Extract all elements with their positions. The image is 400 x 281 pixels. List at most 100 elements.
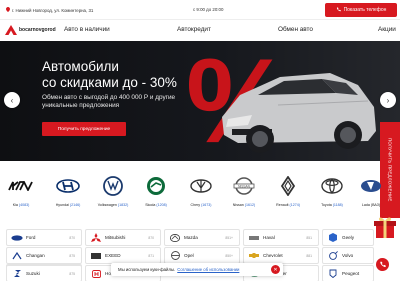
brand-kia[interactable]: Kia (4083) <box>4 170 38 210</box>
brand-card-name: Geely <box>342 235 355 240</box>
brand-card-peugeot[interactable]: Peugeot <box>322 265 374 281</box>
brand-name: Chery <box>190 203 201 207</box>
brand-nissan[interactable]: NISSAN Nissan (1612) <box>227 170 261 210</box>
brand-card-changan[interactable]: Changan 875 <box>6 247 82 264</box>
address-text: г. Нижний Новгород, ул. Коминтерна, 31 <box>12 7 94 13</box>
volkswagen-logo-icon <box>96 174 130 198</box>
changan-logo-icon <box>11 251 23 261</box>
brand-card-count: 850+ <box>225 253 233 258</box>
brand-name: Toyota <box>321 203 332 207</box>
nav-item-promo[interactable]: Акции <box>378 26 396 33</box>
cookie-text: Мы используем куки-файлы. <box>118 267 176 272</box>
brand-count: (1274) <box>289 203 300 207</box>
slider-prev-button[interactable]: ‹ <box>4 92 20 108</box>
get-offer-button[interactable]: Получить предложение <box>42 122 126 136</box>
brand-card-name: Haval <box>263 235 275 240</box>
brand-skoda[interactable]: Skoda (1208) <box>139 170 173 210</box>
brand-volkswagen[interactable]: Volkswagen (1832) <box>96 170 130 210</box>
brand-chery[interactable]: Chery (1673) <box>184 170 218 210</box>
brand-card-count: 851 <box>306 235 312 240</box>
work-hours: с 9:00 до 20:00 <box>193 7 224 12</box>
brand-card-name: Ford <box>26 235 36 240</box>
brand-card-name: Mitsubishi <box>105 235 126 240</box>
brand-card-opel[interactable]: Opel 850+ <box>164 247 240 264</box>
geely-logo-icon <box>327 233 339 243</box>
brand-card-suzuki[interactable]: Suzuki 875 <box>6 265 82 281</box>
close-icon: ✕ <box>273 266 278 273</box>
opel-logo-icon <box>169 251 181 261</box>
peugeot-logo-icon <box>327 269 339 279</box>
call-button[interactable] <box>376 258 389 271</box>
mazda-logo-icon <box>169 233 181 243</box>
logo[interactable]: bocarnovgorod <box>5 25 56 35</box>
brand-card-mazda[interactable]: Mazda 851+ <box>164 229 240 246</box>
brand-count: (4083) <box>18 203 30 207</box>
nav-item-credit[interactable]: Автокредит <box>177 26 211 33</box>
brand-count: (1673) <box>201 203 212 207</box>
brand-lada[interactable]: Lada (ВАЗ) <box>354 170 388 210</box>
cookie-policy-link[interactable]: Соглашение об использовании <box>177 267 239 272</box>
location-pin-icon <box>6 7 10 13</box>
suzuki-logo-icon <box>11 269 23 279</box>
brand-card-haval[interactable]: Haval 851 <box>243 229 319 246</box>
brand-card-exeed[interactable]: EXEED 871 <box>85 247 161 264</box>
ford-logo-icon <box>11 233 23 243</box>
address: г. Нижний Новгород, ул. Коминтерна, 31 <box>6 7 93 13</box>
nissan-logo-icon: NISSAN <box>227 174 261 198</box>
honda-logo-icon <box>90 269 102 279</box>
brand-card-name: Opel <box>184 253 194 258</box>
brand-count: (1188) <box>332 203 343 207</box>
top-bar: г. Нижний Новгород, ул. Коминтерна, 31 с… <box>0 0 400 18</box>
brand-card-name: EXEED <box>105 253 121 258</box>
hero-subtitle: Обмен авто с выгодой до 400 000 Р и друг… <box>42 94 176 109</box>
brand-card-chevrolet[interactable]: Chevrolet 881 <box>243 247 319 264</box>
nav-item-trade-in[interactable]: Обмен авто <box>278 26 313 33</box>
chevron-right-icon: › <box>386 95 390 105</box>
nav-item-stock[interactable]: Авто в наличии <box>64 26 110 33</box>
brand-strip: Kia (4083) Hyundai (2146) Volkswagen (18… <box>0 170 381 210</box>
brand-card-name: Mazda <box>184 235 198 240</box>
chery-logo-icon <box>184 174 218 198</box>
brand-card-count: 875 <box>69 271 75 276</box>
brand-card-name: Changan <box>26 253 45 258</box>
logo-text: bocarnovgorod <box>19 27 56 33</box>
brand-name: Volkswagen <box>97 203 117 207</box>
brand-card-volvo[interactable]: Volvo <box>322 247 374 264</box>
hyundai-logo-icon <box>51 174 85 198</box>
haval-logo-icon <box>248 233 260 243</box>
renault-logo-icon <box>271 174 305 198</box>
logo-icon <box>5 25 17 35</box>
brand-count: (1832) <box>117 203 129 207</box>
kia-logo-icon <box>4 174 38 198</box>
brand-card-name: Suzuki <box>26 271 40 276</box>
brand-card-ford[interactable]: Ford 870 <box>6 229 82 246</box>
gift-icon <box>374 217 396 238</box>
brand-name: Renault <box>276 203 289 207</box>
brand-card-mitsubishi[interactable]: Mitsubishi 870 <box>85 229 161 246</box>
brand-card-count: 871 <box>148 253 154 258</box>
brand-hyundai[interactable]: Hyundai (2146) <box>51 170 85 210</box>
hero-title: Автомобили со скидками до - 30% <box>42 59 177 91</box>
phone-icon <box>336 7 341 14</box>
cookie-banner: Мы используем куки-файлы. Соглашение об … <box>111 263 283 276</box>
mitsubishi-logo-icon <box>90 233 102 243</box>
brand-renault[interactable]: Renault (1274) <box>271 170 305 210</box>
chevron-left-icon: ‹ <box>10 95 14 105</box>
car-image <box>222 73 376 153</box>
brand-count: (1208) <box>156 203 167 207</box>
brand-name: Hyundai <box>55 203 69 207</box>
slider-next-button[interactable]: › <box>380 92 396 108</box>
svg-text:NISSAN: NISSAN <box>238 184 251 188</box>
brand-card-count: 875 <box>69 253 75 258</box>
brand-card-name: Chevrolet <box>263 253 283 258</box>
brand-card-count: 881 <box>306 253 312 258</box>
brand-card-count: 851+ <box>225 235 233 240</box>
brand-toyota[interactable]: Toyota (1188) <box>315 170 349 210</box>
close-cookie-button[interactable]: ✕ <box>271 265 280 274</box>
brand-name: Skoda <box>145 203 156 207</box>
brand-card-geely[interactable]: Geely <box>322 229 374 246</box>
lada-logo-icon <box>354 174 388 198</box>
hero-title-line2: со скидками до - 30% <box>42 75 177 90</box>
hero-title-line1: Автомобили <box>42 59 119 74</box>
show-phone-button[interactable]: Показать телефон <box>325 3 397 17</box>
